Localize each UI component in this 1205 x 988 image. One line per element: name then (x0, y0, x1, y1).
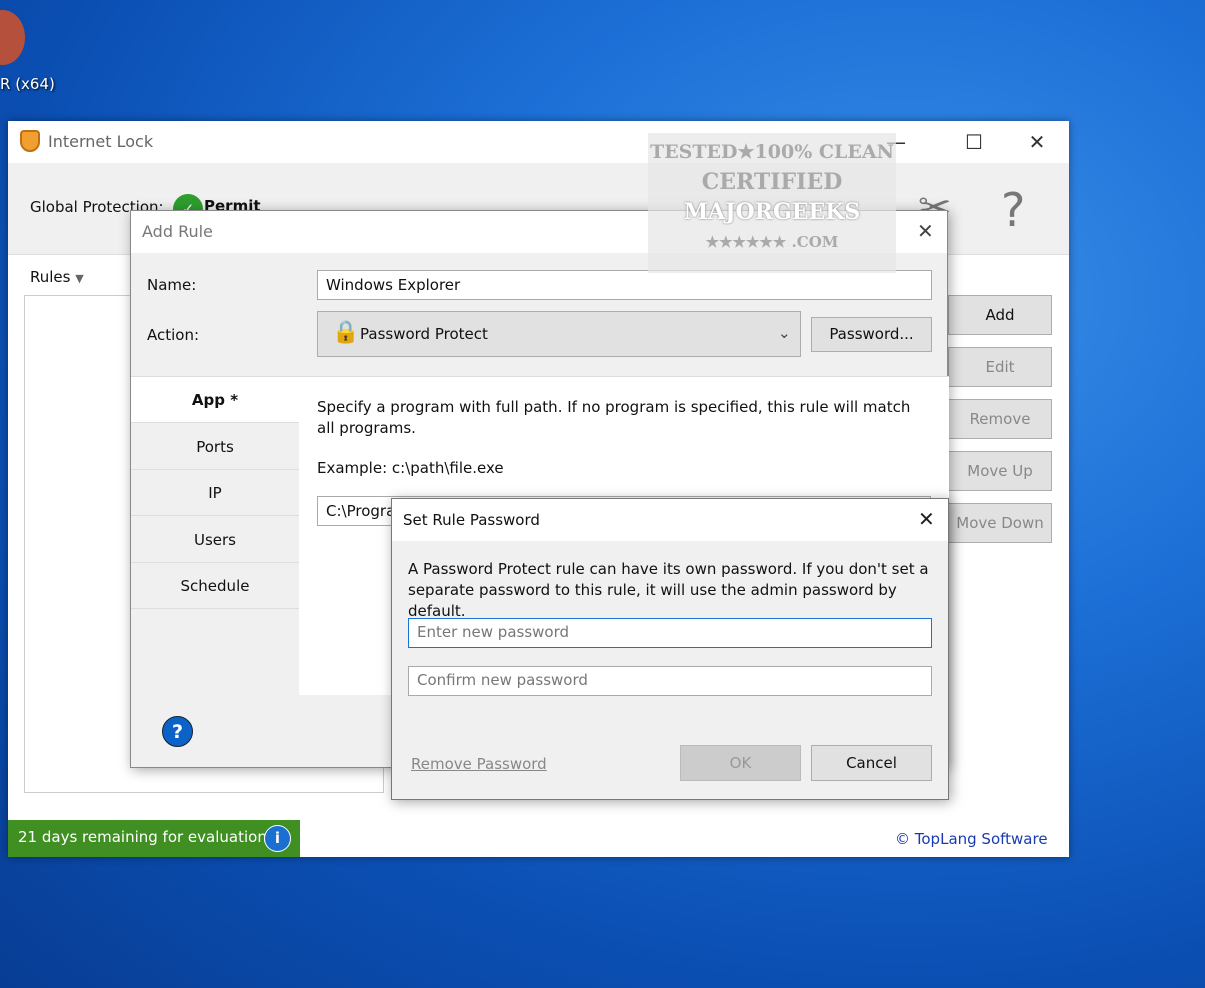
watermark-line: TESTED★100% CLEAN (650, 141, 894, 163)
description-text: Specify a program with full path. If no … (317, 398, 911, 437)
maximize-icon[interactable]: ☐ (951, 127, 997, 157)
evaluation-status: 21 days remaining for evaluation i (8, 820, 300, 857)
watermark-line: MAJORGEEKS (683, 199, 861, 225)
confirm-password-input[interactable]: Confirm new password (408, 666, 932, 696)
dialog-title: Set Rule Password (403, 511, 540, 529)
tab-ip[interactable]: IP (131, 470, 299, 516)
new-password-input[interactable]: Enter new password (408, 618, 932, 648)
rules-dropdown[interactable]: Rules ▼ (30, 268, 84, 286)
majorgeeks-watermark: TESTED★100% CLEAN CERTIFIED MAJORGEEKS ★… (648, 133, 896, 273)
close-icon[interactable]: ✕ (918, 507, 935, 531)
status-text: 21 days remaining for evaluation (18, 828, 267, 846)
help-icon[interactable]: ? (162, 716, 193, 747)
window-title: Internet Lock (48, 132, 154, 151)
example-text: Example: c:\path\file.exe (317, 459, 504, 477)
action-value: Password Protect (360, 325, 488, 343)
tab-app[interactable]: App * (131, 377, 299, 423)
help-icon[interactable]: ? (1001, 183, 1025, 237)
ok-button[interactable]: OK (680, 745, 801, 781)
copyright-link[interactable]: © TopLang Software (895, 830, 1048, 848)
move-down-button[interactable]: Move Down (948, 503, 1052, 543)
password-button[interactable]: Password... (811, 317, 932, 352)
password-message: A Password Protect rule can have its own… (408, 560, 929, 620)
set-rule-password-dialog: Set Rule Password ✕ A Password Protect r… (391, 498, 949, 800)
action-label: Action: (147, 326, 200, 344)
move-up-button[interactable]: Move Up (948, 451, 1052, 491)
info-icon[interactable]: i (264, 825, 291, 852)
remove-button[interactable]: Remove (948, 399, 1052, 439)
caret-down-icon: ▼ (75, 272, 84, 285)
watermark-line: ★★★★★★ .COM (705, 233, 839, 251)
desktop-icon-label[interactable]: R (x64) (0, 75, 55, 93)
tab-users[interactable]: Users (131, 517, 299, 563)
action-select[interactable]: 🔒 Password Protect ⌄ (317, 311, 801, 357)
close-icon[interactable]: ✕ (917, 219, 934, 243)
watermark-line: CERTIFIED (701, 169, 843, 195)
tab-schedule[interactable]: Schedule (131, 563, 299, 609)
close-icon[interactable]: ✕ (1014, 127, 1060, 157)
name-label: Name: (147, 276, 197, 294)
cancel-button[interactable]: Cancel (811, 745, 932, 781)
shield-icon (20, 130, 40, 152)
desktop-app-icon[interactable] (0, 10, 25, 65)
add-button[interactable]: Add (948, 295, 1052, 335)
title-bar: Internet Lock — ☐ ✕ (8, 121, 1069, 163)
name-input[interactable]: Windows Explorer (317, 270, 932, 300)
tab-ports[interactable]: Ports (131, 424, 299, 470)
rules-label: Rules (30, 268, 71, 286)
dialog-title: Add Rule (142, 222, 213, 241)
edit-button[interactable]: Edit (948, 347, 1052, 387)
chevron-down-icon: ⌄ (778, 324, 791, 342)
remove-password-link[interactable]: Remove Password (411, 755, 547, 773)
lock-icon: 🔒 (332, 320, 360, 345)
dialog-title-bar: Set Rule Password ✕ (392, 499, 948, 541)
